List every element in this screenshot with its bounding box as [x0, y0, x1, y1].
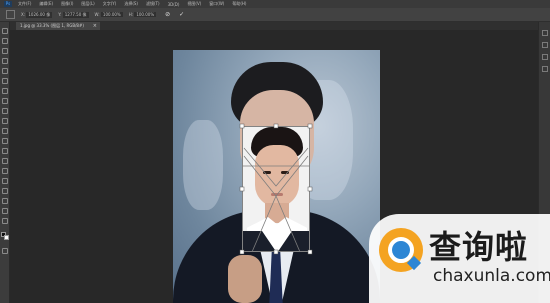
gradient-tool-icon[interactable] [2, 138, 8, 144]
menu-filter[interactable]: 滤镜(T) [146, 1, 160, 7]
background-texture [183, 120, 223, 210]
portrait-hand [228, 255, 262, 303]
blur-tool-icon[interactable] [2, 148, 8, 154]
history-panel-icon[interactable] [542, 30, 548, 36]
channels-panel-icon[interactable] [542, 66, 548, 72]
close-icon[interactable]: × [93, 22, 97, 30]
transform-handle [307, 186, 313, 192]
history-brush-tool-icon[interactable] [2, 118, 8, 124]
photoshop-logo: Ps [4, 1, 12, 7]
menu-layer[interactable]: 图层(L) [81, 1, 94, 7]
tools-panel [0, 22, 10, 303]
stamp-tool-icon[interactable] [2, 108, 8, 114]
menu-bar: Ps 文件(F) 编辑(E) 图像(I) 图层(L) 文字(Y) 选择(S) 滤… [0, 0, 550, 8]
transform-handle [239, 249, 245, 255]
layers-panel-icon[interactable] [542, 54, 548, 60]
crop-tool-icon[interactable] [2, 68, 8, 74]
h-label: H: [128, 12, 134, 17]
warp-line [243, 155, 309, 197]
brush-tool-icon[interactable] [2, 98, 8, 104]
watermark: 查询啦 chaxunla.com [369, 214, 550, 303]
y-label: Y: [58, 11, 62, 17]
move-tool-icon[interactable] [2, 28, 8, 34]
menu-type[interactable]: 文字(Y) [103, 1, 117, 7]
y-value[interactable]: 1277.50 像 [62, 11, 89, 18]
transform-handle [307, 249, 313, 255]
transform-frame [242, 126, 310, 252]
menu-view[interactable]: 视图(V) [187, 1, 201, 7]
watermark-title: 查询啦 [429, 228, 529, 266]
properties-panel-icon[interactable] [542, 42, 548, 48]
menu-file[interactable]: 文件(F) [18, 1, 31, 7]
menu-image[interactable]: 图像(I) [61, 1, 73, 7]
path-select-tool-icon[interactable] [2, 188, 8, 194]
hand-tool-icon[interactable] [2, 208, 8, 214]
document-tab-row: 1.jpg @ 33.3% (图层 1, RGB/8#) × [10, 22, 540, 30]
cancel-transform-button[interactable]: ⊘ [165, 11, 170, 18]
w-field[interactable]: W: 100.00% [95, 12, 123, 17]
menu-window[interactable]: 窗口(W) [209, 1, 224, 7]
transform-bounding-box[interactable] [239, 123, 313, 255]
menu-edit[interactable]: 编辑(E) [39, 1, 53, 7]
lasso-tool-icon[interactable] [2, 48, 8, 54]
w-label: W: [94, 12, 100, 17]
menu-3d[interactable]: 3D(D) [168, 2, 180, 7]
transform-handle [239, 186, 245, 192]
w-value[interactable]: 100.00% [100, 12, 123, 17]
document-tab-title: 1.jpg @ 33.3% (图层 1, RGB/8#) [20, 23, 84, 28]
shape-tool-icon[interactable] [2, 198, 8, 204]
zoom-tool-icon[interactable] [2, 218, 8, 224]
h-field[interactable]: H: 100.00% [128, 12, 157, 17]
x-field[interactable]: X: 1026.00 像 [21, 11, 53, 18]
warp-line [243, 147, 309, 187]
x-label: X: [21, 11, 26, 17]
search-logo-icon [379, 228, 423, 272]
eraser-tool-icon[interactable] [2, 128, 8, 134]
x-value[interactable]: 1026.00 像 [26, 11, 53, 18]
warp-line [251, 194, 301, 253]
transform-handle [273, 249, 279, 255]
background-color-swatch[interactable] [4, 235, 9, 240]
healing-tool-icon[interactable] [2, 88, 8, 94]
menu-help[interactable]: 帮助(H) [232, 1, 246, 7]
y-field[interactable]: Y: 1277.50 像 [58, 11, 89, 18]
dodge-tool-icon[interactable] [2, 158, 8, 164]
quick-mask-icon[interactable] [2, 248, 8, 254]
transform-handle [239, 123, 245, 129]
transform-handle [307, 123, 313, 129]
watermark-url: chaxunla.com [433, 266, 550, 286]
marquee-tool-icon[interactable] [2, 38, 8, 44]
menu-select[interactable]: 选择(S) [124, 1, 138, 7]
commit-transform-button[interactable]: ✓ [179, 11, 184, 18]
h-value[interactable]: 100.00% [134, 12, 157, 17]
pen-tool-icon[interactable] [2, 168, 8, 174]
quick-select-tool-icon[interactable] [2, 58, 8, 64]
transform-tool-icon[interactable] [6, 10, 15, 19]
document-tab[interactable]: 1.jpg @ 33.3% (图层 1, RGB/8#) × [16, 22, 100, 30]
transform-handle [273, 123, 279, 129]
eyedropper-tool-icon[interactable] [2, 78, 8, 84]
options-bar: X: 1026.00 像 Y: 1277.50 像 W: 100.00% H: … [0, 8, 550, 22]
type-tool-icon[interactable] [2, 178, 8, 184]
